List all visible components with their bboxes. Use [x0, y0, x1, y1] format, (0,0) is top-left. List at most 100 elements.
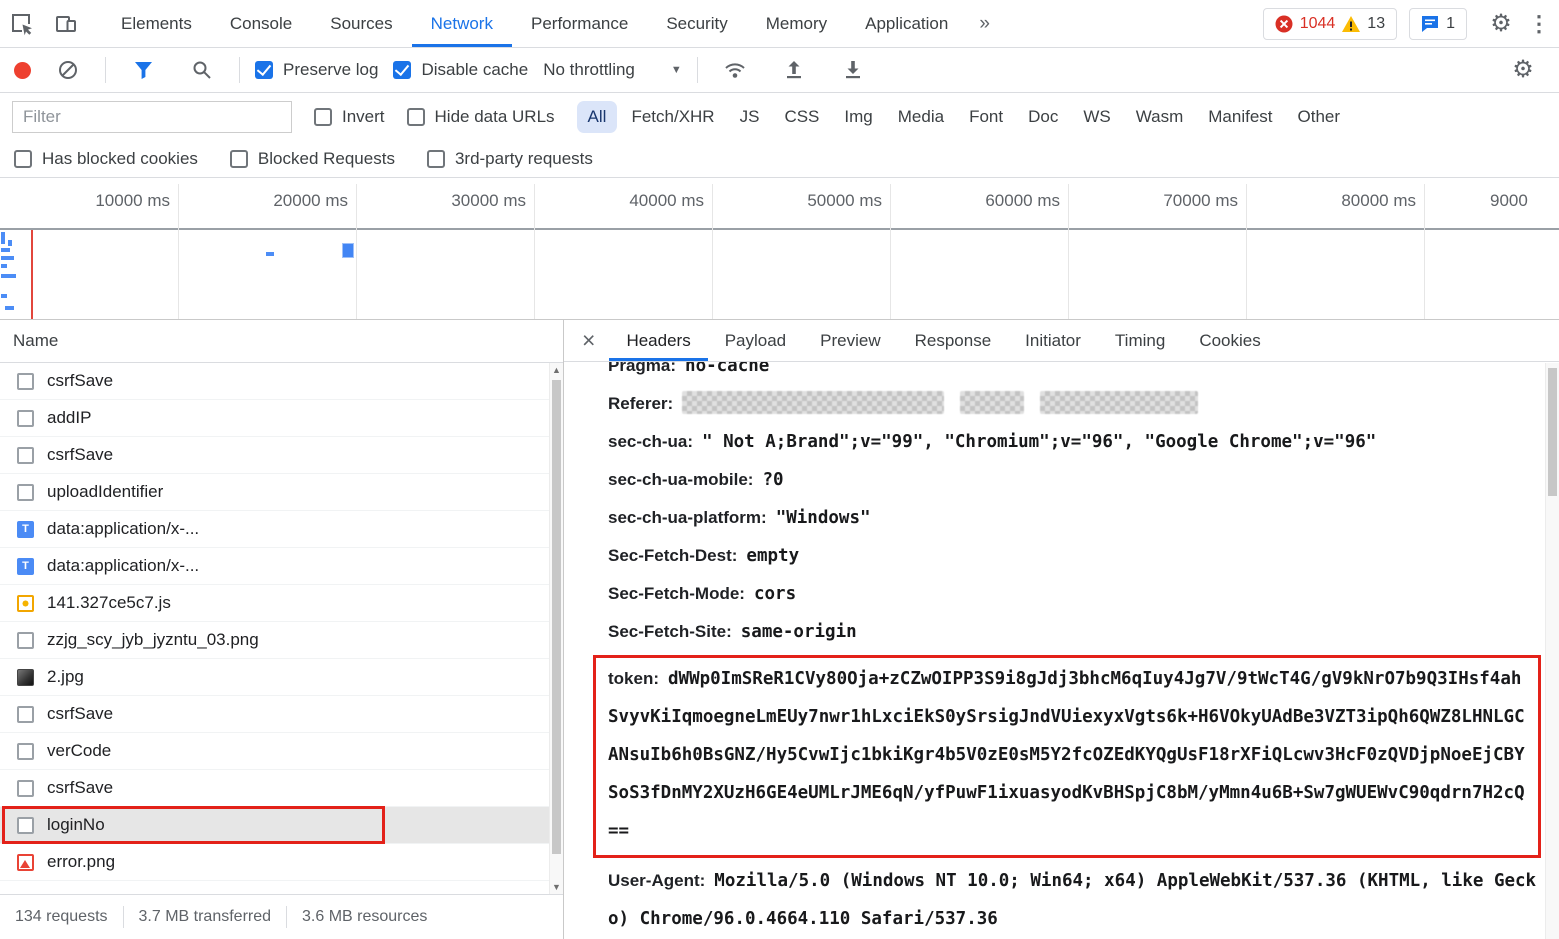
network-toolbar: Preserve log Disable cache No throttling… [0, 48, 1559, 93]
tab-elements[interactable]: Elements [102, 0, 211, 47]
network-settings-gear-icon[interactable]: ⚙ [1501, 58, 1545, 82]
filter-pill-doc[interactable]: Doc [1017, 101, 1069, 133]
request-row-csrfsave[interactable]: csrfSave [0, 363, 563, 400]
filter-pill-all[interactable]: All [577, 101, 618, 133]
hide-data-urls-checkbox[interactable]: Hide data URLs [407, 107, 555, 127]
tab-memory[interactable]: Memory [747, 0, 846, 47]
option-3rd-party-requests[interactable]: 3rd-party requests [427, 149, 593, 169]
close-icon[interactable]: × [568, 320, 609, 361]
detail-tab-initiator[interactable]: Initiator [1008, 320, 1098, 361]
throttling-select[interactable]: No throttling ▼ [543, 60, 682, 80]
detail-tab-response[interactable]: Response [898, 320, 1009, 361]
request-row-csrfsave[interactable]: csrfSave [0, 437, 563, 474]
detail-tab-cookies[interactable]: Cookies [1182, 320, 1277, 361]
details-scrollbar[interactable] [1545, 363, 1559, 939]
network-activity-mark [1, 256, 14, 260]
filter-pill-other[interactable]: Other [1287, 101, 1352, 133]
filter-pill-manifest[interactable]: Manifest [1197, 101, 1283, 133]
errors-warnings-badge[interactable]: 1044 13 [1263, 8, 1397, 40]
filter-pill-ws[interactable]: WS [1072, 101, 1121, 133]
tab-application[interactable]: Application [846, 0, 967, 47]
export-har-icon[interactable] [831, 60, 875, 80]
option-blocked-requests[interactable]: Blocked Requests [230, 149, 395, 169]
header-line-sec-ch-ua-platform: sec-ch-ua-platform:"Windows" [608, 499, 1543, 537]
request-row-vercode[interactable]: verCode [0, 733, 563, 770]
request-name: verCode [47, 741, 111, 761]
checkbox-checked-icon[interactable] [255, 61, 273, 79]
scrollbar-thumb[interactable] [552, 380, 561, 854]
scrollbar-thumb[interactable] [1548, 368, 1557, 496]
tab-network[interactable]: Network [412, 0, 512, 47]
network-conditions-icon[interactable] [713, 60, 757, 80]
clear-icon[interactable] [46, 60, 90, 80]
request-row-2-jpg[interactable]: 2.jpg [0, 659, 563, 696]
request-row-data-application-x[interactable]: Tdata:application/x-... [0, 511, 563, 548]
messages-badge[interactable]: 1 [1409, 8, 1467, 40]
filter-pill-fetch-xhr[interactable]: Fetch/XHR [620, 101, 725, 133]
detail-tab-timing[interactable]: Timing [1098, 320, 1182, 361]
filter-pill-media[interactable]: Media [887, 101, 955, 133]
name-column-header[interactable]: Name [0, 320, 563, 363]
disable-cache-checkbox[interactable]: Disable cache [393, 60, 528, 80]
detail-tab-payload[interactable]: Payload [708, 320, 803, 361]
generic-file-icon [17, 410, 34, 427]
preserve-log-checkbox[interactable]: Preserve log [255, 60, 378, 80]
network-activity-mark [266, 252, 274, 256]
tab-sources[interactable]: Sources [311, 0, 411, 47]
filter-pill-img[interactable]: Img [833, 101, 883, 133]
timeline-gridline [712, 184, 713, 319]
request-row-csrfsave[interactable]: csrfSave [0, 770, 563, 807]
request-row-loginno[interactable]: loginNo [0, 807, 563, 844]
timeline-overview[interactable]: 10000 ms20000 ms30000 ms40000 ms50000 ms… [0, 178, 1559, 320]
record-button[interactable] [14, 62, 31, 79]
kebab-menu-icon[interactable]: ⋮ [1523, 11, 1555, 37]
timeline-gridline [1068, 184, 1069, 319]
option-has-blocked-cookies[interactable]: Has blocked cookies [14, 149, 198, 169]
checkbox-unchecked-icon[interactable] [14, 150, 32, 168]
message-bubble-icon [1421, 15, 1439, 33]
invert-checkbox[interactable]: Invert [314, 107, 385, 127]
tab-performance[interactable]: Performance [512, 0, 647, 47]
checkbox-checked-icon[interactable] [393, 61, 411, 79]
divider [105, 57, 106, 83]
request-row-data-application-x[interactable]: Tdata:application/x-... [0, 548, 563, 585]
filter-pill-wasm[interactable]: Wasm [1125, 101, 1195, 133]
summary-stat: 3.7 MB transferred [123, 906, 287, 928]
header-line-sec-fetch-site: Sec-Fetch-Site:same-origin [608, 613, 1543, 651]
timeline-gridline [356, 184, 357, 319]
search-icon[interactable] [180, 60, 224, 80]
filter-funnel-icon[interactable] [121, 61, 165, 79]
checkbox-unchecked-icon[interactable] [407, 108, 425, 126]
tab-console[interactable]: Console [211, 0, 311, 47]
request-row-uploadidentifier[interactable]: uploadIdentifier [0, 474, 563, 511]
inspect-element-icon[interactable] [0, 0, 44, 47]
settings-gear-icon[interactable]: ⚙ [1479, 12, 1523, 36]
filter-pill-css[interactable]: CSS [773, 101, 830, 133]
filter-pill-font[interactable]: Font [958, 101, 1014, 133]
more-tabs-chevron[interactable]: » [967, 0, 1002, 47]
request-row-addip[interactable]: addIP [0, 400, 563, 437]
redacted-value-block [1040, 391, 1198, 414]
error-icon [1275, 15, 1293, 33]
tab-security[interactable]: Security [647, 0, 746, 47]
detail-tab-preview[interactable]: Preview [803, 320, 897, 361]
divider [697, 57, 698, 83]
import-har-icon[interactable] [772, 60, 816, 80]
font-file-icon: T [17, 558, 34, 575]
request-row-error-png[interactable]: error.png [0, 844, 563, 881]
filter-input[interactable] [12, 101, 292, 133]
filter-pill-js[interactable]: JS [729, 101, 771, 133]
requests-scrollbar[interactable]: ▲ ▼ [549, 363, 563, 894]
request-row-csrfsave[interactable]: csrfSave [0, 696, 563, 733]
checkbox-unchecked-icon[interactable] [314, 108, 332, 126]
script-file-icon [17, 595, 34, 612]
scroll-up-icon[interactable]: ▲ [550, 365, 563, 375]
scroll-down-icon[interactable]: ▼ [550, 882, 563, 892]
checkbox-unchecked-icon[interactable] [427, 150, 445, 168]
checkbox-unchecked-icon[interactable] [230, 150, 248, 168]
device-toolbar-icon[interactable] [44, 0, 88, 47]
header-name: Pragma: [608, 362, 676, 375]
detail-tab-headers[interactable]: Headers [609, 320, 707, 361]
request-row-141-327ce5c7-js[interactable]: 141.327ce5c7.js [0, 585, 563, 622]
request-row-zzjg-scy-jyb-jyzntu-03-png[interactable]: zzjg_scy_jyb_jyzntu_03.png [0, 622, 563, 659]
